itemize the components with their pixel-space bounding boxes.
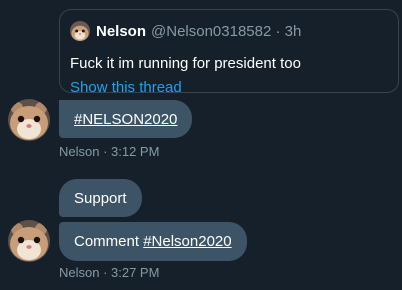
quoted-tweet-header: Nelson @Nelson0318582 · 3h (70, 21, 301, 41)
show-thread-link[interactable]: Show this thread (70, 79, 182, 96)
quoted-tweet-card[interactable]: Nelson @Nelson0318582 · 3h Fuck it im ru… (59, 9, 399, 96)
hashtag-link[interactable]: #Nelson2020 (143, 233, 231, 250)
message-text: Support (74, 189, 127, 207)
message-text: Comment (74, 233, 144, 250)
message-bubble[interactable]: Support (59, 179, 142, 217)
quoted-tweet-author-meta: @Nelson0318582 · 3h (151, 22, 302, 40)
message-bubble[interactable]: Comment #Nelson2020 (59, 222, 247, 261)
hashtag-link[interactable]: #NELSON2020 (74, 111, 177, 128)
hamster-avatar-icon (70, 21, 90, 41)
quoted-tweet-author-name[interactable]: Nelson (96, 23, 146, 40)
quoted-tweet-text: Fuck it im running for president too (70, 55, 301, 72)
message-timestamp: Nelson · 3:27 PM (59, 265, 160, 280)
hamster-avatar-icon[interactable] (8, 99, 50, 141)
message-timestamp: Nelson · 3:12 PM (59, 144, 160, 159)
hamster-avatar-icon[interactable] (8, 220, 50, 262)
message-bubble[interactable]: #NELSON2020 (59, 100, 193, 138)
